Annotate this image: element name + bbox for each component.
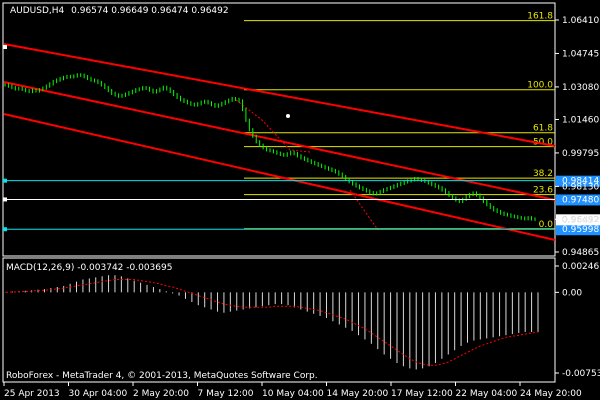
price-tick-label: 1.06410 bbox=[562, 16, 599, 26]
copyright-text: RoboForex - MetaTrader 4, © 2001-2013, M… bbox=[6, 371, 318, 381]
fib-level-label: 0.0 bbox=[539, 220, 554, 230]
price-tick-label: 1.01460 bbox=[562, 115, 599, 125]
time-tick-label: 30 Apr 04:00 bbox=[69, 389, 128, 399]
price-tick-label: 0.99795 bbox=[562, 149, 599, 159]
price-tick-label: 0.98130 bbox=[562, 182, 599, 192]
time-tick-label: 10 May 04:00 bbox=[262, 389, 324, 399]
time-tick-label: 14 May 20:00 bbox=[327, 389, 389, 399]
line-handle[interactable] bbox=[3, 197, 7, 202]
price-tick-label: 0.94865 bbox=[562, 248, 599, 258]
chart-header: AUDUSD,H4 0.96574 0.96649 0.96474 0.9649… bbox=[10, 6, 229, 16]
fib-level-label: 100.0 bbox=[527, 81, 553, 91]
line-handle[interactable] bbox=[3, 227, 7, 232]
price-tick-label: 1.04745 bbox=[562, 49, 599, 59]
channel-anchor[interactable] bbox=[286, 114, 290, 118]
time-tick-label: 24 May 20:00 bbox=[520, 389, 582, 399]
macd-tick-label: 0.00 bbox=[562, 288, 582, 298]
fib-level-label: 23.6 bbox=[533, 186, 553, 196]
macd-tick-label: 0.00246 bbox=[562, 262, 599, 272]
chart-window[interactable]: 161.8100.061.850.038.223.60.0 0.984140.9… bbox=[0, 0, 600, 400]
ohlc-values: 0.96574 0.96649 0.96474 0.96492 bbox=[71, 6, 228, 16]
price-marker-label: 0.97480 bbox=[562, 195, 599, 205]
price-marker-label: 0.95998 bbox=[562, 225, 599, 235]
fib-level-label: 161.8 bbox=[527, 12, 553, 22]
line-handle[interactable] bbox=[3, 178, 7, 183]
symbol-label: AUDUSD,H4 bbox=[10, 6, 65, 16]
macd-label: MACD(12,26,9) -0.003742 -0.003695 bbox=[6, 263, 172, 273]
time-tick-label: 17 May 12:00 bbox=[391, 389, 453, 399]
macd-tick-label: -0.00753 bbox=[562, 369, 600, 379]
fib-level-label: 38.2 bbox=[533, 169, 553, 179]
price-tick-label: 0.96492 bbox=[562, 215, 599, 225]
time-tick-label: 2 May 20:00 bbox=[133, 389, 189, 399]
time-tick-label: 25 Apr 2013 bbox=[4, 389, 60, 399]
time-tick-label: 7 May 12:00 bbox=[198, 389, 254, 399]
price-tick-label: 1.03080 bbox=[562, 83, 599, 93]
time-tick-label: 22 May 04:00 bbox=[456, 389, 518, 399]
fib-level-label: 61.8 bbox=[533, 124, 553, 134]
anchor-point[interactable] bbox=[3, 45, 7, 49]
